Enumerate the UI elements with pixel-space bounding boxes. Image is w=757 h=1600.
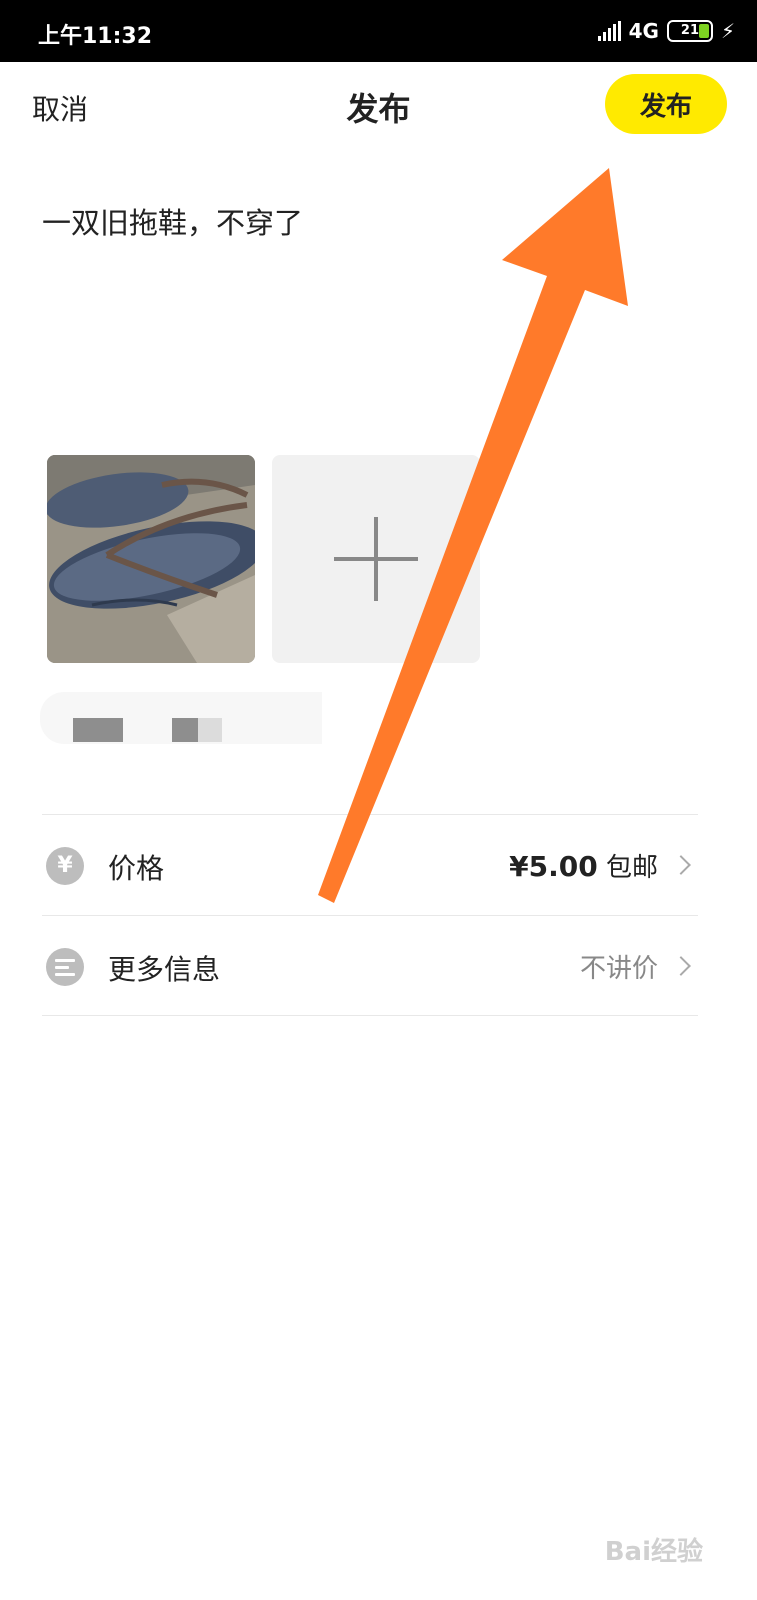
item-photo[interactable] bbox=[47, 455, 255, 663]
price-amount: ¥5.00 bbox=[509, 850, 598, 883]
status-icons: 4G 21 ⚡ bbox=[597, 16, 735, 46]
yuan-icon: ¥ bbox=[46, 847, 84, 885]
battery-level: 21 bbox=[680, 23, 699, 38]
chevron-right-icon bbox=[671, 956, 691, 976]
watermark-logo: Bai经验 bbox=[604, 1537, 703, 1567]
sandals-image bbox=[47, 455, 255, 663]
shipping-label: 包邮 bbox=[605, 853, 658, 883]
network-label: 4G bbox=[628, 19, 659, 43]
list-icon bbox=[46, 948, 84, 986]
battery-icon: 21 bbox=[666, 20, 713, 42]
status-time: 上午11:32 bbox=[38, 24, 153, 49]
blurred-location-tag bbox=[40, 692, 322, 744]
header: 取消 发布 发布 bbox=[0, 62, 757, 152]
signal-icon bbox=[597, 21, 621, 41]
divider bbox=[42, 1015, 698, 1016]
price-label: 价格 bbox=[108, 852, 165, 885]
description-text[interactable]: 一双旧拖鞋，不穿了 bbox=[42, 200, 303, 242]
price-value: ¥5.00 包邮 bbox=[509, 847, 658, 884]
charging-icon: ⚡ bbox=[720, 19, 735, 43]
status-bar: 上午11:32 4G 21 ⚡ bbox=[0, 0, 757, 62]
price-row[interactable]: ¥ 价格 ¥5.00 包邮 bbox=[42, 815, 698, 915]
more-info-row[interactable]: 更多信息 不讲价 bbox=[42, 916, 698, 1016]
more-info-value: 不讲价 bbox=[579, 954, 658, 984]
chevron-right-icon bbox=[671, 855, 691, 875]
publish-button[interactable]: 发布 bbox=[605, 74, 727, 134]
add-photo-button[interactable] bbox=[272, 455, 480, 663]
more-info-label: 更多信息 bbox=[108, 953, 221, 986]
